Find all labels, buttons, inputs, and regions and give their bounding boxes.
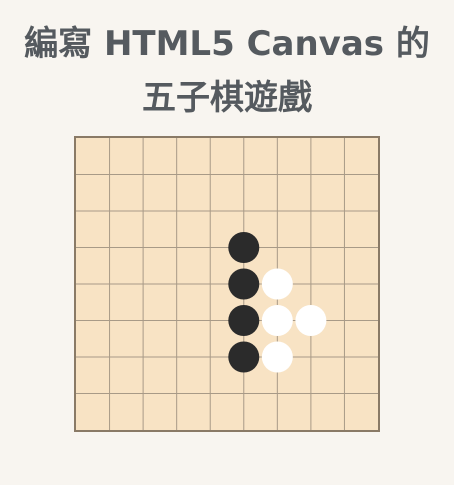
white-stone [261,305,293,336]
black-stone [228,232,260,263]
white-stone [261,268,293,300]
page-title-line-2: 五子棋遊戲 [142,78,312,118]
page-title-line-1: 編寫 HTML5 Canvas 的 [24,24,430,64]
gomoku-board[interactable] [74,136,380,432]
black-stone [228,268,260,300]
black-stone [228,305,260,336]
black-stone [228,341,260,373]
white-stone [261,341,293,373]
white-stone [295,305,327,336]
board-grid[interactable] [76,138,378,430]
gomoku-board-container[interactable] [74,136,380,432]
